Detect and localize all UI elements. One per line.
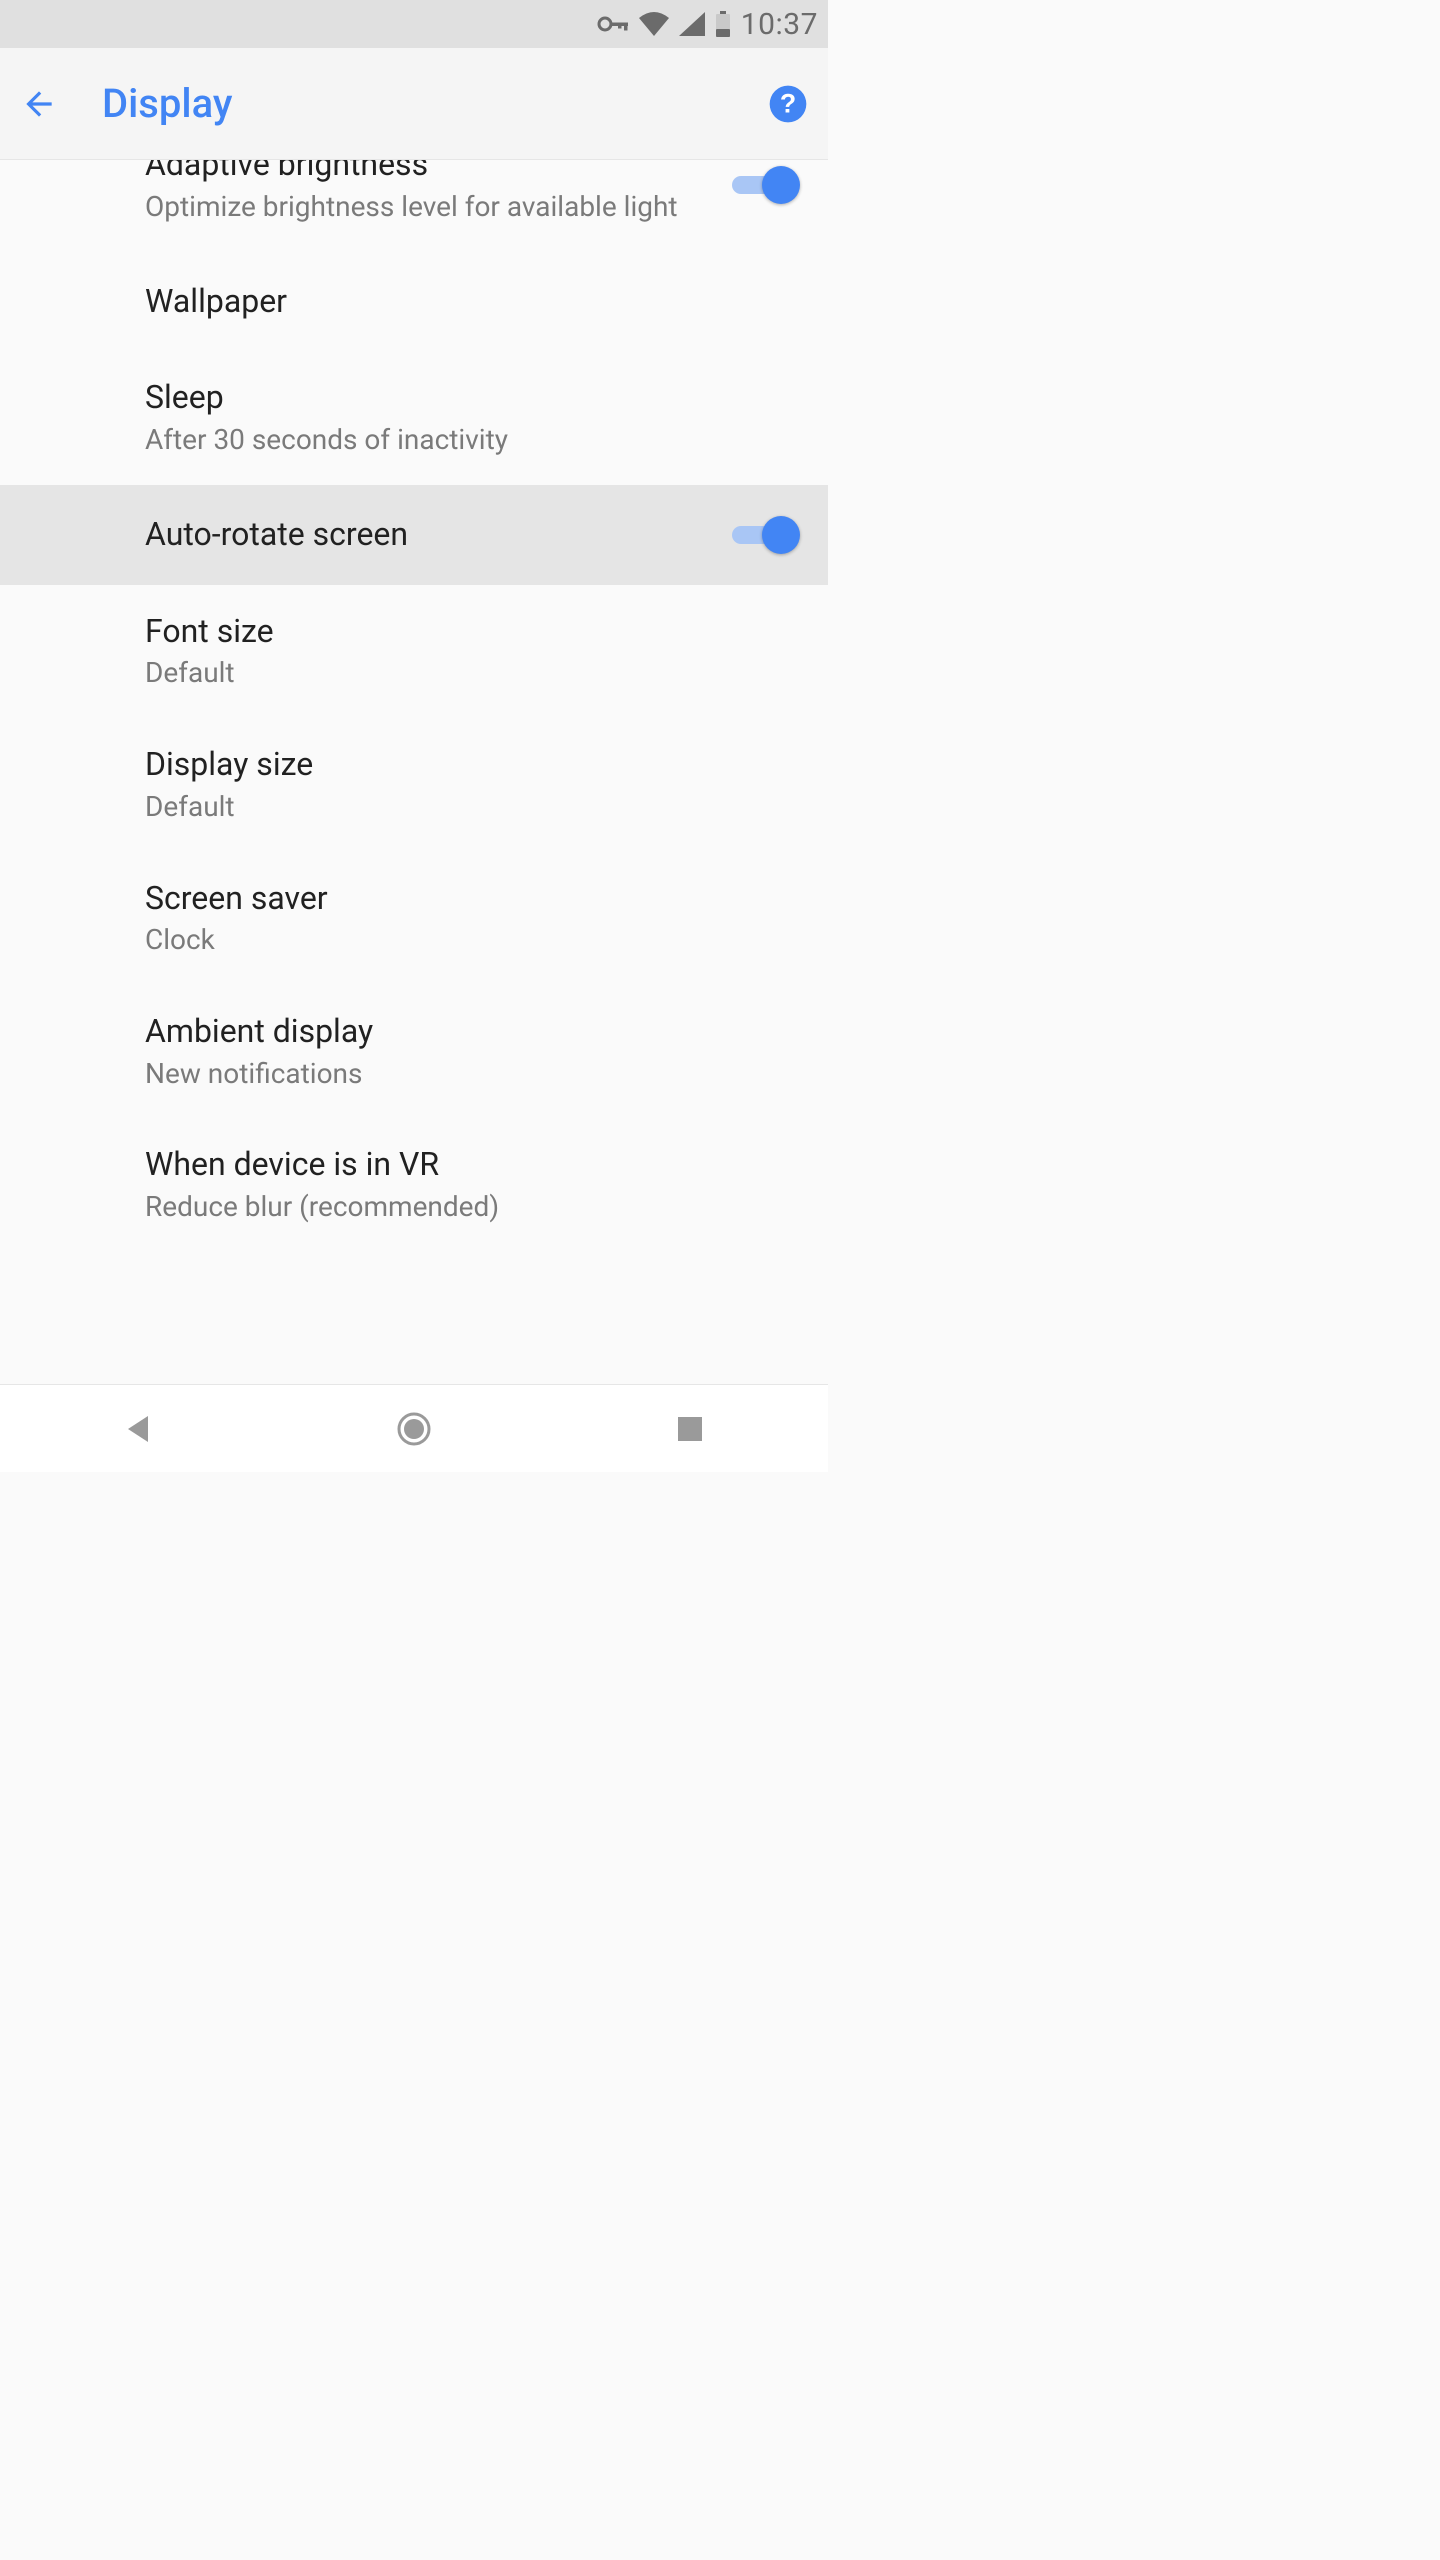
setting-title: Adaptive brightness bbox=[145, 160, 712, 186]
battery-icon bbox=[715, 11, 731, 37]
nav-bar bbox=[0, 1384, 828, 1472]
status-time: 10:37 bbox=[741, 7, 818, 42]
setting-sleep[interactable]: Sleep After 30 seconds of inactivity bbox=[0, 351, 828, 484]
setting-screen-saver[interactable]: Screen saver Clock bbox=[0, 852, 828, 985]
setting-display-size[interactable]: Display size Default bbox=[0, 718, 828, 851]
setting-title: When device is in VR bbox=[145, 1144, 778, 1186]
setting-title: Wallpaper bbox=[145, 281, 778, 323]
nav-back-button[interactable] bbox=[88, 1399, 188, 1459]
wifi-icon bbox=[639, 12, 669, 36]
svg-text:?: ? bbox=[780, 88, 796, 118]
auto-rotate-toggle[interactable] bbox=[732, 515, 798, 555]
settings-list: Adaptive brightness Optimize brightness … bbox=[0, 160, 828, 1384]
back-icon[interactable] bbox=[20, 85, 58, 123]
setting-subtitle: Optimize brightness level for available … bbox=[145, 188, 712, 226]
setting-font-size[interactable]: Font size Default bbox=[0, 585, 828, 718]
status-bar: 10:37 bbox=[0, 0, 828, 48]
setting-vr[interactable]: When device is in VR Reduce blur (recomm… bbox=[0, 1118, 828, 1251]
page-title: Display bbox=[102, 80, 724, 127]
setting-subtitle: Default bbox=[145, 788, 778, 826]
setting-title: Font size bbox=[145, 611, 778, 653]
setting-subtitle: Clock bbox=[145, 921, 778, 959]
adaptive-brightness-toggle[interactable] bbox=[732, 165, 798, 205]
setting-ambient-display[interactable]: Ambient display New notifications bbox=[0, 985, 828, 1118]
setting-auto-rotate[interactable]: Auto-rotate screen bbox=[0, 485, 828, 585]
nav-home-button[interactable] bbox=[364, 1399, 464, 1459]
setting-title: Sleep bbox=[145, 377, 778, 419]
setting-subtitle: Default bbox=[145, 654, 778, 692]
setting-subtitle: Reduce blur (recommended) bbox=[145, 1188, 778, 1226]
setting-title: Ambient display bbox=[145, 1011, 778, 1053]
help-icon[interactable]: ? bbox=[768, 84, 808, 124]
setting-adaptive-brightness[interactable]: Adaptive brightness Optimize brightness … bbox=[0, 160, 828, 251]
setting-title: Screen saver bbox=[145, 878, 778, 920]
setting-title: Auto-rotate screen bbox=[145, 514, 712, 556]
vpn-key-icon bbox=[597, 13, 629, 35]
setting-wallpaper[interactable]: Wallpaper bbox=[0, 251, 828, 351]
setting-subtitle: New notifications bbox=[145, 1055, 778, 1093]
app-bar: Display ? bbox=[0, 48, 828, 160]
nav-recents-button[interactable] bbox=[640, 1399, 740, 1459]
setting-title: Display size bbox=[145, 744, 778, 786]
cellular-signal-icon bbox=[679, 12, 705, 36]
setting-subtitle: After 30 seconds of inactivity bbox=[145, 421, 778, 459]
